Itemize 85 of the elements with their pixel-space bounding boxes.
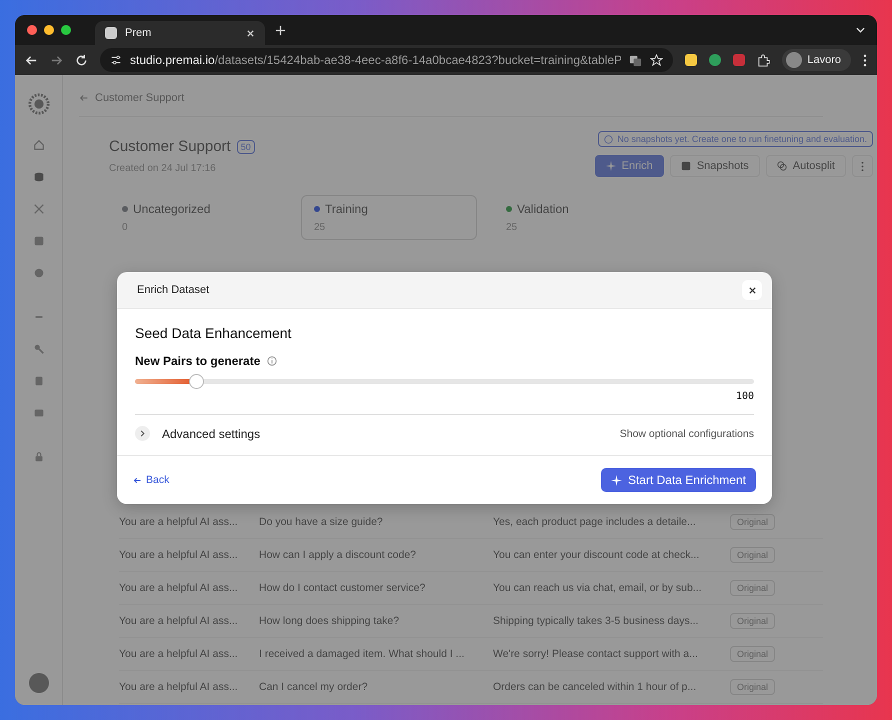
table-cell-text: You are a helpful AI ass... bbox=[119, 615, 239, 627]
advanced-settings-label[interactable]: Advanced settings bbox=[162, 426, 260, 440]
lock-icon[interactable] bbox=[32, 451, 44, 463]
profile-button[interactable]: Lavoro bbox=[782, 49, 851, 71]
slider-label: New Pairs to generate bbox=[135, 354, 260, 368]
type-tag: Original bbox=[730, 679, 776, 695]
table-cell-text: You are a helpful AI ass... bbox=[119, 648, 239, 660]
key-icon[interactable] bbox=[32, 343, 44, 355]
minimize-window-icon[interactable] bbox=[44, 25, 54, 35]
table-cell-text: You are a helpful AI ass... bbox=[119, 516, 239, 528]
expand-button[interactable] bbox=[135, 426, 150, 441]
table-cell-text: Shipping typically takes 3-5 business days... bbox=[493, 615, 700, 627]
dialog-title: Enrich Dataset bbox=[137, 284, 210, 296]
slider-track[interactable] bbox=[135, 374, 754, 389]
avatar-icon bbox=[786, 52, 802, 68]
bucket-name: Uncategorized bbox=[133, 202, 210, 216]
table-cell-text: Can I cancel my order? bbox=[259, 681, 369, 693]
database-icon[interactable] bbox=[32, 171, 44, 183]
advanced-settings-hint: Show optional configurations bbox=[620, 428, 754, 440]
favicon-icon bbox=[105, 27, 117, 39]
star-icon[interactable] bbox=[650, 54, 664, 66]
row-count-badge: 50 bbox=[236, 140, 255, 154]
section-title: Seed Data Enhancement bbox=[135, 325, 292, 341]
table-cell-text: We're sorry! Please contact support with a... bbox=[493, 648, 699, 660]
reload-icon[interactable] bbox=[75, 54, 88, 66]
table-cell-text: You are a helpful AI ass... bbox=[119, 681, 239, 693]
forward-arrow-icon[interactable] bbox=[50, 54, 63, 66]
save-icon bbox=[680, 161, 691, 171]
slider-max-value: 100 bbox=[736, 391, 754, 402]
site-settings-icon[interactable] bbox=[110, 54, 122, 66]
more-icon bbox=[861, 160, 864, 172]
table-cell-text: How long does shipping take? bbox=[259, 615, 400, 627]
table-cell-text: Yes, each product page includes a detaile... bbox=[493, 516, 697, 528]
autosplit-button[interactable]: Autosplit bbox=[766, 155, 846, 177]
back-arrow-icon[interactable] bbox=[25, 54, 38, 66]
puzzle-icon[interactable] bbox=[757, 54, 770, 66]
snapshots-button[interactable]: Snapshots bbox=[670, 155, 760, 177]
document-icon[interactable] bbox=[32, 375, 44, 387]
type-tag: Original bbox=[730, 613, 776, 629]
type-tag: Original bbox=[730, 514, 776, 530]
type-tag: Original bbox=[730, 580, 776, 596]
browser-tab[interactable]: Prem bbox=[95, 21, 265, 45]
notice-text: No snapshots yet. Create one to run finetuning and evaluation. bbox=[617, 134, 867, 144]
home-icon[interactable] bbox=[32, 139, 44, 151]
address-bar[interactable]: studio.premai.io/datasets/15424bab-ae38-4eec-a8f6-14a0bcae4823?bucket=training&tableP bbox=[100, 48, 674, 72]
breadcrumb-link[interactable]: Customer Support bbox=[95, 92, 184, 104]
extension-icon[interactable] bbox=[709, 54, 722, 66]
table-cell-text: You are a helpful AI ass... bbox=[119, 549, 239, 561]
table-cell-text: You can enter your discount code at check... bbox=[493, 549, 700, 561]
menu-icon[interactable] bbox=[863, 54, 867, 66]
translate-icon[interactable] bbox=[629, 54, 642, 66]
slider-thumb[interactable] bbox=[188, 374, 204, 389]
close-button[interactable] bbox=[742, 280, 762, 300]
chevron-icon bbox=[139, 430, 146, 437]
user-avatar[interactable] bbox=[28, 673, 48, 693]
table-cell-text: I received a damaged item. What should I ... bbox=[259, 648, 466, 660]
table-cell-text: Do you have a size guide? bbox=[259, 516, 384, 528]
info-icon[interactable] bbox=[267, 356, 278, 366]
start-enrichment-button[interactable]: Start Data Enrichment bbox=[600, 468, 756, 492]
logo-icon[interactable] bbox=[28, 93, 50, 115]
table-cell-text: You are a helpful AI ass... bbox=[119, 582, 239, 594]
extension-icon[interactable] bbox=[685, 54, 698, 66]
sparkle-icon bbox=[610, 474, 622, 486]
tab-list-caret-icon[interactable] bbox=[856, 27, 865, 33]
table-cell-text: Orders can be canceled within 1 hour of p... bbox=[493, 681, 698, 693]
type-tag: Original bbox=[730, 547, 776, 563]
type-tag: Original bbox=[730, 646, 776, 662]
info-icon bbox=[604, 134, 614, 144]
back-link[interactable]: Back bbox=[133, 474, 170, 486]
new-tab-icon[interactable] bbox=[275, 24, 286, 36]
table-cell-text: You can reach us via chat, email, or by sub... bbox=[493, 582, 703, 594]
table-cell-text: How can I apply a discount code? bbox=[259, 549, 418, 561]
table-cell-text: How do I contact customer service? bbox=[259, 582, 426, 594]
sparkle-icon bbox=[606, 161, 616, 171]
bucket-name: Validation bbox=[517, 202, 569, 216]
dataset-title: Customer Support bbox=[109, 138, 231, 155]
url-text: studio.premai.io/datasets/15424bab-ae38-4eec-a8f6-14a0bcae4823?bucket=training&tableP bbox=[130, 53, 622, 67]
maximize-window-icon[interactable] bbox=[61, 25, 71, 35]
close-icon bbox=[748, 286, 756, 294]
split-icon bbox=[776, 161, 787, 171]
enrich-button[interactable]: Enrich bbox=[594, 155, 664, 177]
close-window-icon[interactable] bbox=[27, 25, 37, 35]
close-tab-icon[interactable] bbox=[246, 28, 255, 38]
back-arrow-icon bbox=[133, 476, 142, 484]
bucket-name: Training bbox=[325, 202, 368, 216]
